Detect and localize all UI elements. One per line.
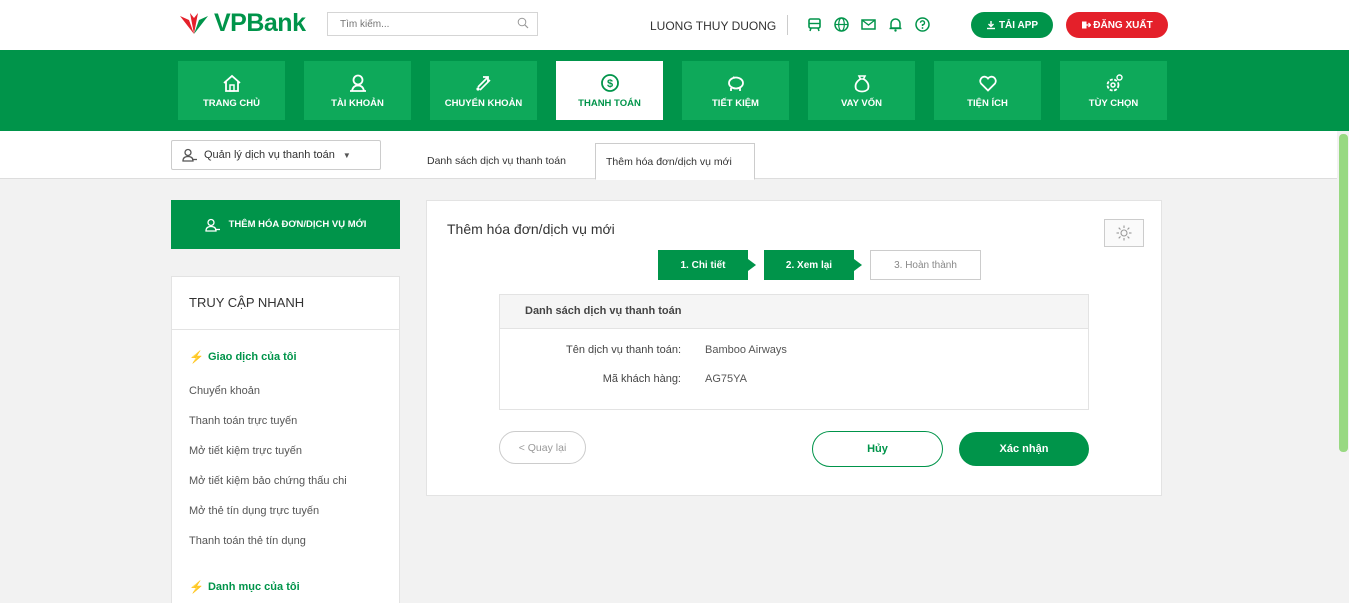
nav-item-payment[interactable]: $ THANH TOÁN (556, 61, 663, 120)
money-bag-icon (854, 74, 869, 92)
quick-link-open-savings[interactable]: Mở tiết kiệm trực tuyến (189, 445, 302, 457)
download-app-label: TẢI APP (998, 19, 1039, 31)
step-review: 2. Xem lại (764, 250, 862, 280)
logout-button[interactable]: ĐĂNG XUẤT (1066, 12, 1168, 38)
main-nav: TRANG CHỦ TÀI KHOẢN CHUYỂN KHOẢN $ THANH… (0, 50, 1349, 131)
nav-item-home[interactable]: TRANG CHỦ (178, 61, 285, 120)
quick-link-overdraft-savings[interactable]: Mở tiết kiệm bảo chứng thấu chi (189, 475, 347, 487)
step-label: 2. Xem lại (785, 259, 833, 271)
settings-icon (1106, 73, 1123, 91)
quick-link-transfer[interactable]: Chuyển khoản (189, 385, 260, 397)
section-label: Danh mục của tôi (207, 581, 300, 593)
svg-text:$: $ (606, 78, 612, 90)
step-arrow (748, 259, 756, 271)
step-details: 1. Chi tiết (658, 250, 756, 280)
download-icon (986, 21, 995, 30)
review-card: Thêm hóa đơn/dịch vụ mới 1. Chi tiết 2. … (426, 200, 1162, 496)
transfer-icon (475, 75, 491, 91)
user-icon (349, 74, 366, 92)
bank-icon[interactable] (806, 16, 823, 33)
brightness-button[interactable] (1104, 219, 1144, 247)
nav-label: TIỆN ÍCH (967, 97, 1008, 109)
summary-box-title: Danh sách dịch vụ thanh toán (500, 295, 1088, 329)
tab-add-new[interactable]: Thêm hóa đơn/dịch vụ mới (595, 143, 755, 180)
flag-icon: ⚡ (189, 350, 204, 364)
nav-item-options[interactable]: TÙY CHỌN (1060, 61, 1167, 120)
nav-item-savings[interactable]: TIẾT KIỆM (682, 61, 789, 120)
bell-icon[interactable] (887, 16, 904, 33)
logout-label: ĐĂNG XUẤT (1093, 19, 1153, 31)
step-complete: 3. Hoàn thành (870, 250, 981, 280)
confirm-button[interactable]: Xác nhận (959, 432, 1089, 466)
users-icon (182, 148, 197, 162)
quick-link-online-payment[interactable]: Thanh toán trực tuyến (189, 415, 297, 427)
nav-item-utilities[interactable]: TIỆN ÍCH (934, 61, 1041, 120)
section-label: Giao dịch của tôi (207, 351, 297, 363)
customer-code-label: Mã khách hàng: (602, 373, 681, 385)
nav-item-account[interactable]: TÀI KHOẢN (304, 61, 411, 120)
header-icons (806, 16, 931, 33)
add-new-bill-label: THÊM HÓA ĐƠN/DỊCH VỤ MỚI (228, 219, 367, 230)
logout-icon (1082, 21, 1092, 29)
piggy-bank-icon (727, 75, 744, 91)
vpbank-logo[interactable]: VPBank (178, 9, 306, 38)
help-icon[interactable] (914, 16, 931, 33)
my-catalog-heading: ⚡ Danh mục của tôi (189, 580, 300, 594)
heart-icon (978, 75, 997, 92)
sun-icon (1116, 225, 1132, 241)
back-button[interactable]: < Quay lại (499, 431, 586, 464)
tab-service-list[interactable]: Danh sách dịch vụ thanh toán (427, 143, 566, 179)
search-box[interactable] (327, 12, 538, 36)
cancel-button[interactable]: Hủy (812, 431, 943, 467)
search-icon[interactable] (517, 17, 529, 29)
step-arrow (854, 259, 862, 271)
service-name-value: Bamboo Airways (705, 344, 787, 356)
quick-link-open-credit-card[interactable]: Mở thẻ tín dụng trực tuyến (189, 505, 319, 517)
page-title: Thêm hóa đơn/dịch vụ mới (447, 221, 615, 237)
quick-access-title: TRUY CẬP NHANH (172, 277, 399, 330)
scrollbar-thumb[interactable] (1339, 134, 1348, 452)
brand-name: VPBank (214, 9, 306, 37)
quick-access-panel: TRUY CẬP NHANH ⚡ Giao dịch của tôi Chuyể… (171, 276, 400, 603)
sub-header: Quản lý dịch vụ thanh toán ▼ Danh sách d… (0, 131, 1349, 180)
add-user-icon (204, 218, 220, 232)
search-input[interactable] (328, 13, 508, 35)
step-label: 3. Hoàn thành (894, 259, 957, 271)
step-label: 1. Chi tiết (680, 259, 726, 271)
home-icon (222, 74, 241, 92)
nav-label: TRANG CHỦ (203, 97, 260, 109)
nav-label: TÀI KHOẢN (331, 97, 384, 109)
flag-icon: ⚡ (189, 580, 204, 594)
add-new-bill-button[interactable]: THÊM HÓA ĐƠN/DỊCH VỤ MỚI (171, 200, 400, 249)
mail-icon[interactable] (860, 16, 877, 33)
nav-label: TÙY CHỌN (1088, 97, 1139, 109)
service-summary-box: Danh sách dịch vụ thanh toán Tên dịch vụ… (499, 294, 1089, 410)
nav-label: THANH TOÁN (578, 97, 641, 109)
caret-down-icon: ▼ (342, 150, 351, 160)
nav-label: TIẾT KIỆM (712, 97, 759, 109)
divider (787, 15, 788, 35)
quick-link-credit-card-payment[interactable]: Thanh toán thẻ tín dụng (189, 535, 306, 547)
nav-item-loan[interactable]: VAY VỐN (808, 61, 915, 120)
globe-icon[interactable] (833, 16, 850, 33)
top-bar: VPBank LUONG THUY DUONG TẢI APP ĐĂNG XU (0, 0, 1349, 50)
service-name-label: Tên dịch vụ thanh toán: (566, 344, 681, 356)
download-app-button[interactable]: TẢI APP (971, 12, 1053, 38)
nav-label: CHUYỂN KHOẢN (444, 97, 523, 109)
service-dropdown[interactable]: Quản lý dịch vụ thanh toán ▼ (171, 140, 381, 170)
username[interactable]: LUONG THUY DUONG (650, 19, 776, 33)
customer-code-value: AG75YA (705, 373, 747, 385)
vpbank-logo-icon (180, 12, 208, 34)
my-transactions-heading: ⚡ Giao dịch của tôi (189, 350, 297, 364)
nav-item-transfer[interactable]: CHUYỂN KHOẢN (430, 61, 537, 120)
dollar-icon: $ (600, 73, 619, 92)
service-dropdown-label: Quản lý dịch vụ thanh toán (204, 149, 335, 161)
nav-label: VAY VỐN (840, 97, 882, 109)
